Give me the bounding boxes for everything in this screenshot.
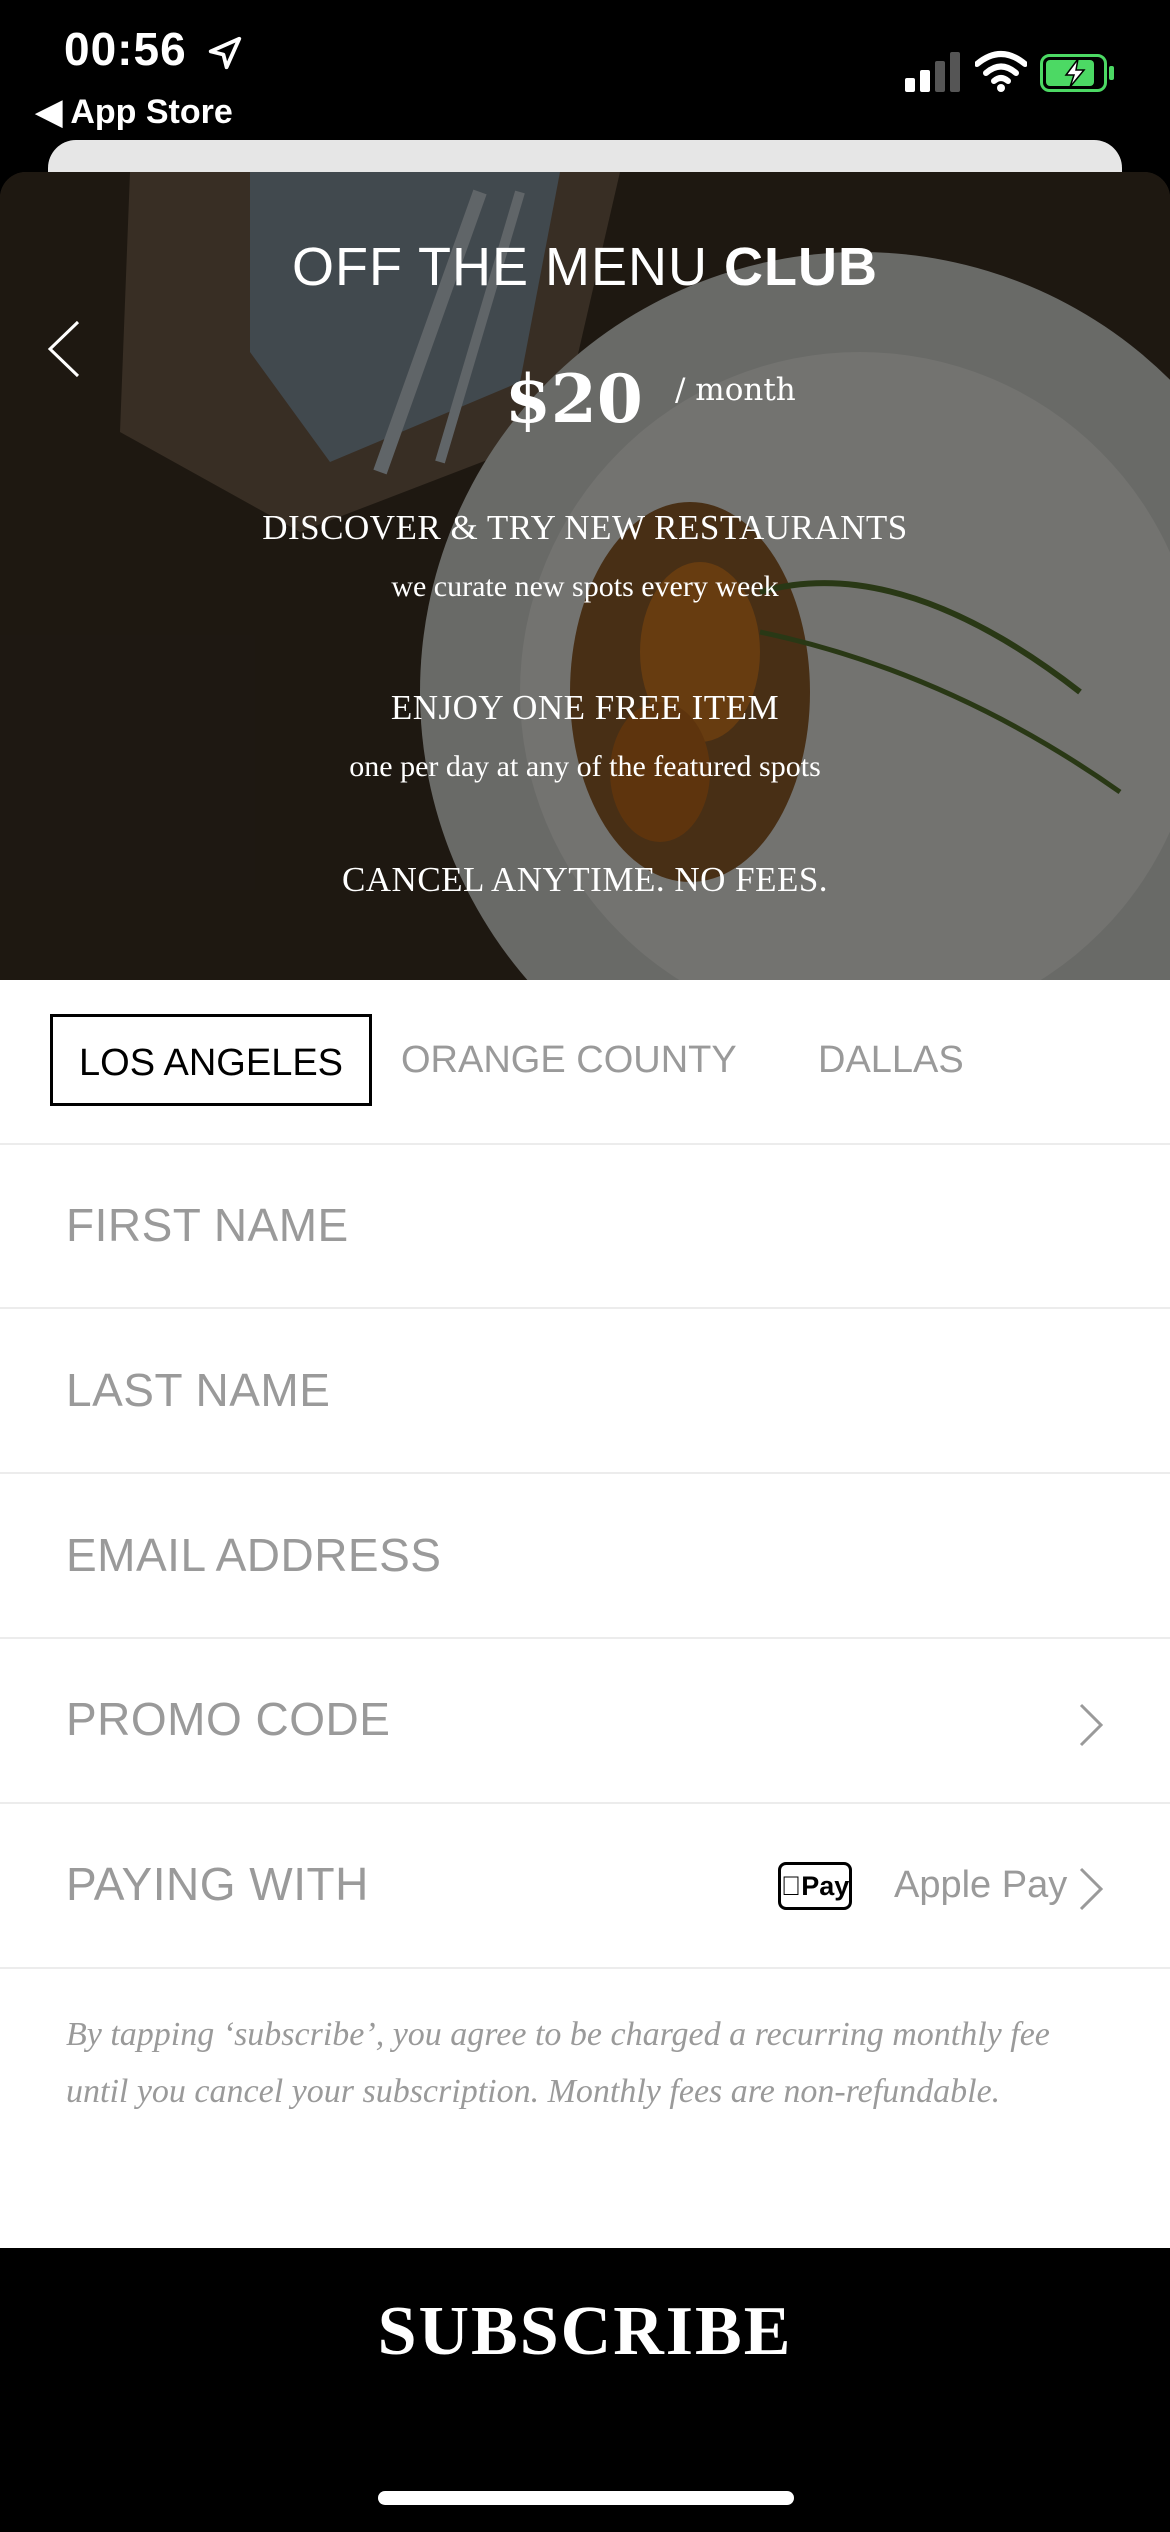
benefit-heading: ENJOY ONE FREE ITEM: [390, 688, 780, 727]
last-name-field[interactable]: LAST NAME: [66, 1363, 330, 1417]
divider: [0, 1637, 1170, 1639]
benefit-subtext: we curate new spots every week: [391, 570, 779, 603]
cellular-signal-icon: [905, 52, 960, 92]
divider: [0, 1967, 1170, 1969]
tab-dallas[interactable]: DALLAS: [818, 1014, 964, 1106]
first-name-field[interactable]: FIRST NAME: [66, 1198, 349, 1252]
benefit-subtext: one per day at any of the featured spots: [349, 750, 821, 783]
apple-pay-badge: Pay: [778, 1862, 852, 1910]
tab-orange-county[interactable]: ORANGE COUNTY: [401, 1014, 737, 1106]
promo-code-field[interactable]: PROMO CODE: [66, 1692, 390, 1746]
divider: [0, 1307, 1170, 1309]
home-indicator: [378, 2491, 794, 2505]
subscribe-button-label: SUBSCRIBE: [377, 2293, 793, 2370]
wifi-icon: [975, 51, 1027, 92]
promo-chevron-right-icon[interactable]: [1078, 1702, 1104, 1748]
price-period: / month: [675, 372, 796, 408]
paying-with-label: PAYING WITH: [66, 1858, 369, 1910]
tab-los-angeles[interactable]: LOS ANGELES: [50, 1014, 373, 1106]
email-field[interactable]: EMAIL ADDRESS: [66, 1528, 441, 1582]
payment-chevron-right-icon[interactable]: [1078, 1866, 1104, 1912]
benefit-heading: DISCOVER & TRY NEW RESTAURANTS: [262, 508, 908, 547]
status-time: 00:56: [64, 23, 187, 75]
payment-method-value[interactable]: Apple Pay: [894, 1864, 1067, 1907]
price: $20: [505, 360, 643, 438]
divider: [0, 1802, 1170, 1804]
battery-charging-icon: [1040, 54, 1114, 92]
location-arrow-icon: [208, 36, 242, 70]
divider: [0, 1472, 1170, 1474]
apple-logo-icon: : [781, 1871, 801, 1901]
subscribe-button[interactable]: SUBSCRIBE: [0, 2248, 1170, 2532]
club-title-bold: CLUB: [724, 237, 878, 297]
divider: [0, 1143, 1170, 1145]
subscription-disclaimer: By tapping ‘subscribe’, you agree to be …: [66, 2016, 1050, 2110]
benefit-heading: CANCEL ANYTIME. NO FEES.: [341, 860, 829, 899]
back-to-app-store-link[interactable]: ◀ App Store: [36, 92, 233, 132]
back-chevron-icon[interactable]: [44, 318, 84, 380]
hero-banner: OFF THE MENU CLUB $20 / month DISCOVER &…: [0, 172, 1170, 980]
club-title: OFF THE MENU CLUB: [0, 236, 1170, 298]
club-title-light: OFF THE MENU: [292, 237, 708, 297]
